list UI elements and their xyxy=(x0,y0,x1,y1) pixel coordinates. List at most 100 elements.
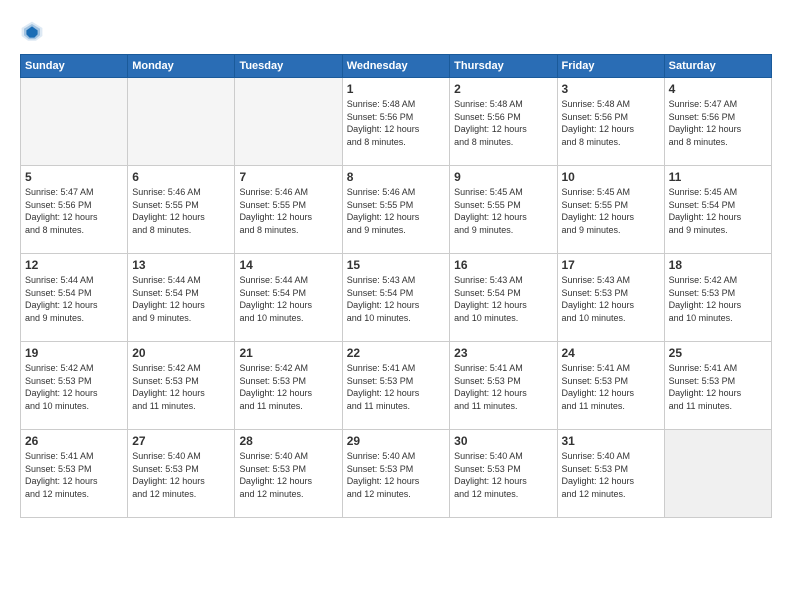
calendar-cell: 19 Sunrise: 5:42 AM Sunset: 5:53 PM Dayli… xyxy=(21,342,128,430)
day-info: Sunrise: 5:47 AM Sunset: 5:56 PM Dayligh… xyxy=(25,186,123,236)
weekday-header-tuesday: Tuesday xyxy=(235,55,342,78)
day-info: Sunrise: 5:46 AM Sunset: 5:55 PM Dayligh… xyxy=(239,186,337,236)
calendar-cell: 11 Sunrise: 5:45 AM Sunset: 5:54 PM Dayli… xyxy=(664,166,771,254)
day-number: 26 xyxy=(25,434,123,448)
calendar-cell xyxy=(128,78,235,166)
calendar-cell: 21 Sunrise: 5:42 AM Sunset: 5:53 PM Dayli… xyxy=(235,342,342,430)
day-number: 21 xyxy=(239,346,337,360)
day-number: 4 xyxy=(669,82,767,96)
calendar-cell: 2 Sunrise: 5:48 AM Sunset: 5:56 PM Daylig… xyxy=(450,78,557,166)
day-info: Sunrise: 5:41 AM Sunset: 5:53 PM Dayligh… xyxy=(562,362,660,412)
calendar-cell xyxy=(21,78,128,166)
day-number: 1 xyxy=(347,82,445,96)
day-number: 13 xyxy=(132,258,230,272)
day-number: 10 xyxy=(562,170,660,184)
day-number: 11 xyxy=(669,170,767,184)
week-row-1: 1 Sunrise: 5:48 AM Sunset: 5:56 PM Daylig… xyxy=(21,78,772,166)
day-info: Sunrise: 5:43 AM Sunset: 5:53 PM Dayligh… xyxy=(562,274,660,324)
calendar-cell: 20 Sunrise: 5:42 AM Sunset: 5:53 PM Dayli… xyxy=(128,342,235,430)
calendar-cell: 3 Sunrise: 5:48 AM Sunset: 5:56 PM Daylig… xyxy=(557,78,664,166)
page-header xyxy=(20,20,772,44)
day-info: Sunrise: 5:48 AM Sunset: 5:56 PM Dayligh… xyxy=(454,98,552,148)
calendar-cell: 26Sunrise: 5:41 AM Sunset: 5:53 PM Dayli… xyxy=(21,430,128,518)
calendar-cell: 16Sunrise: 5:43 AM Sunset: 5:54 PM Dayli… xyxy=(450,254,557,342)
day-info: Sunrise: 5:48 AM Sunset: 5:56 PM Dayligh… xyxy=(347,98,445,148)
day-info: Sunrise: 5:45 AM Sunset: 5:54 PM Dayligh… xyxy=(669,186,767,236)
day-number: 17 xyxy=(562,258,660,272)
calendar-cell: 10Sunrise: 5:45 AM Sunset: 5:55 PM Dayli… xyxy=(557,166,664,254)
day-info: Sunrise: 5:42 AM Sunset: 5:53 PM Dayligh… xyxy=(239,362,337,412)
day-number: 7 xyxy=(239,170,337,184)
week-row-5: 26Sunrise: 5:41 AM Sunset: 5:53 PM Dayli… xyxy=(21,430,772,518)
day-number: 19 xyxy=(25,346,123,360)
day-info: Sunrise: 5:40 AM Sunset: 5:53 PM Dayligh… xyxy=(562,450,660,500)
day-number: 22 xyxy=(347,346,445,360)
calendar-cell: 7 Sunrise: 5:46 AM Sunset: 5:55 PM Daylig… xyxy=(235,166,342,254)
calendar-cell: 28 Sunrise: 5:40 AM Sunset: 5:53 PM Dayli… xyxy=(235,430,342,518)
day-info: Sunrise: 5:42 AM Sunset: 5:53 PM Dayligh… xyxy=(669,274,767,324)
day-info: Sunrise: 5:40 AM Sunset: 5:53 PM Dayligh… xyxy=(454,450,552,500)
calendar-cell: 14 Sunrise: 5:44 AM Sunset: 5:54 PM Dayli… xyxy=(235,254,342,342)
calendar-cell: 23 Sunrise: 5:41 AM Sunset: 5:53 PM Dayli… xyxy=(450,342,557,430)
calendar-cell: 13 Sunrise: 5:44 AM Sunset: 5:54 PM Dayli… xyxy=(128,254,235,342)
day-number: 20 xyxy=(132,346,230,360)
day-info: Sunrise: 5:41 AM Sunset: 5:53 PM Dayligh… xyxy=(347,362,445,412)
day-info: Sunrise: 5:44 AM Sunset: 5:54 PM Dayligh… xyxy=(25,274,123,324)
logo-icon xyxy=(20,20,44,44)
day-number: 23 xyxy=(454,346,552,360)
day-info: Sunrise: 5:47 AM Sunset: 5:56 PM Dayligh… xyxy=(669,98,767,148)
day-number: 3 xyxy=(562,82,660,96)
weekday-header-row: SundayMondayTuesdayWednesdayThursdayFrid… xyxy=(21,55,772,78)
calendar-cell: 31 Sunrise: 5:40 AM Sunset: 5:53 PM Dayli… xyxy=(557,430,664,518)
day-info: Sunrise: 5:44 AM Sunset: 5:54 PM Dayligh… xyxy=(239,274,337,324)
calendar-cell: 17 Sunrise: 5:43 AM Sunset: 5:53 PM Dayli… xyxy=(557,254,664,342)
day-info: Sunrise: 5:45 AM Sunset: 5:55 PM Dayligh… xyxy=(454,186,552,236)
day-number: 8 xyxy=(347,170,445,184)
week-row-3: 12 Sunrise: 5:44 AM Sunset: 5:54 PM Dayli… xyxy=(21,254,772,342)
day-number: 30 xyxy=(454,434,552,448)
day-number: 29 xyxy=(347,434,445,448)
calendar-cell: 24 Sunrise: 5:41 AM Sunset: 5:53 PM Dayli… xyxy=(557,342,664,430)
logo xyxy=(20,20,48,44)
calendar-cell: 5 Sunrise: 5:47 AM Sunset: 5:56 PM Daylig… xyxy=(21,166,128,254)
weekday-header-monday: Monday xyxy=(128,55,235,78)
day-info: Sunrise: 5:41 AM Sunset: 5:53 PM Dayligh… xyxy=(454,362,552,412)
day-number: 12 xyxy=(25,258,123,272)
day-info: Sunrise: 5:42 AM Sunset: 5:53 PM Dayligh… xyxy=(25,362,123,412)
calendar-cell: 30 Sunrise: 5:40 AM Sunset: 5:53 PM Dayli… xyxy=(450,430,557,518)
weekday-header-thursday: Thursday xyxy=(450,55,557,78)
calendar-cell: 8 Sunrise: 5:46 AM Sunset: 5:55 PM Daylig… xyxy=(342,166,449,254)
day-number: 9 xyxy=(454,170,552,184)
day-info: Sunrise: 5:43 AM Sunset: 5:54 PM Dayligh… xyxy=(454,274,552,324)
day-number: 24 xyxy=(562,346,660,360)
calendar-cell: 22 Sunrise: 5:41 AM Sunset: 5:53 PM Dayli… xyxy=(342,342,449,430)
day-info: Sunrise: 5:40 AM Sunset: 5:53 PM Dayligh… xyxy=(347,450,445,500)
day-number: 5 xyxy=(25,170,123,184)
day-info: Sunrise: 5:44 AM Sunset: 5:54 PM Dayligh… xyxy=(132,274,230,324)
calendar-table: SundayMondayTuesdayWednesdayThursdayFrid… xyxy=(20,54,772,518)
weekday-header-saturday: Saturday xyxy=(664,55,771,78)
day-info: Sunrise: 5:42 AM Sunset: 5:53 PM Dayligh… xyxy=(132,362,230,412)
calendar-cell: 27Sunrise: 5:40 AM Sunset: 5:53 PM Dayli… xyxy=(128,430,235,518)
day-number: 31 xyxy=(562,434,660,448)
day-info: Sunrise: 5:46 AM Sunset: 5:55 PM Dayligh… xyxy=(347,186,445,236)
calendar-cell: 1 Sunrise: 5:48 AM Sunset: 5:56 PM Daylig… xyxy=(342,78,449,166)
calendar-cell: 18 Sunrise: 5:42 AM Sunset: 5:53 PM Dayli… xyxy=(664,254,771,342)
calendar-cell: 29 Sunrise: 5:40 AM Sunset: 5:53 PM Dayli… xyxy=(342,430,449,518)
week-row-4: 19 Sunrise: 5:42 AM Sunset: 5:53 PM Dayli… xyxy=(21,342,772,430)
calendar-cell xyxy=(664,430,771,518)
weekday-header-wednesday: Wednesday xyxy=(342,55,449,78)
day-info: Sunrise: 5:48 AM Sunset: 5:56 PM Dayligh… xyxy=(562,98,660,148)
calendar-cell xyxy=(235,78,342,166)
day-info: Sunrise: 5:40 AM Sunset: 5:53 PM Dayligh… xyxy=(239,450,337,500)
calendar-cell: 25Sunrise: 5:41 AM Sunset: 5:53 PM Dayli… xyxy=(664,342,771,430)
weekday-header-sunday: Sunday xyxy=(21,55,128,78)
calendar-cell: 9 Sunrise: 5:45 AM Sunset: 5:55 PM Daylig… xyxy=(450,166,557,254)
day-number: 2 xyxy=(454,82,552,96)
day-number: 14 xyxy=(239,258,337,272)
day-number: 18 xyxy=(669,258,767,272)
day-number: 6 xyxy=(132,170,230,184)
day-number: 25 xyxy=(669,346,767,360)
day-number: 28 xyxy=(239,434,337,448)
calendar-cell: 4 Sunrise: 5:47 AM Sunset: 5:56 PM Daylig… xyxy=(664,78,771,166)
